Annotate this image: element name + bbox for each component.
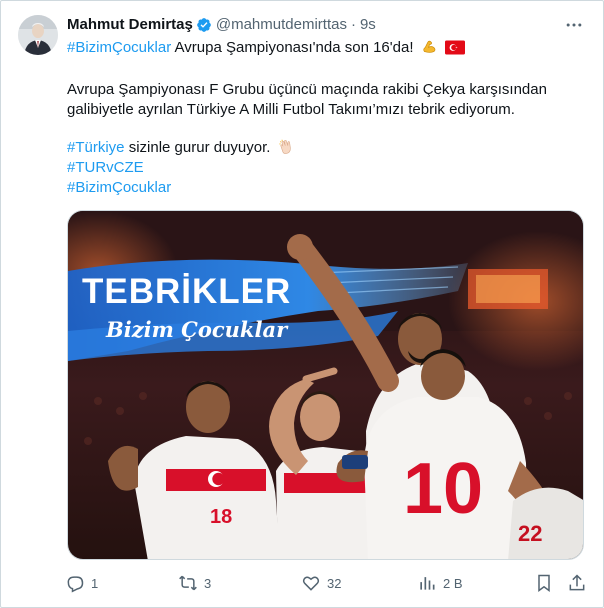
share-button[interactable] (567, 571, 587, 595)
post-line-1-text: Avrupa Şampiyonası'nda son 16'da! (171, 39, 414, 56)
media-headline: TEBRİKLER (82, 272, 291, 311)
bookmark-button[interactable] (534, 571, 554, 595)
hashtag-bizimcocuklar[interactable]: #BizimÇocuklar (67, 178, 171, 198)
bookmark-icon (538, 574, 550, 592)
repost-icon (179, 575, 197, 591)
player-far-right: 22 (508, 487, 583, 559)
jersey-number-right: 22 (518, 521, 542, 546)
media-subline: Bizim Çocuklar (105, 317, 289, 342)
post-timestamp[interactable]: 9s (360, 15, 376, 35)
celebration-photo: TEBRİKLER Bizim Çocuklar 18 10 22 (68, 211, 583, 559)
post-actions-bar: 1 3 32 2 B (65, 571, 589, 595)
post-header: Mahmut Demirtaş @mahmutdemirttas · 9s (67, 15, 376, 35)
heart-icon (302, 576, 320, 591)
like-button[interactable]: 32 (301, 571, 341, 595)
turkey-flag-icon (444, 40, 465, 61)
reply-count: 1 (91, 575, 99, 591)
reply-icon (67, 576, 84, 593)
post-line-1: #BizimÇocuklar Avrupa Şampiyonası'nda so… (67, 38, 465, 61)
verified-badge-icon[interactable] (196, 17, 212, 33)
reply-button[interactable]: 1 (65, 571, 98, 595)
views-button[interactable]: 2 B (417, 571, 463, 595)
tweet-card[interactable]: Mahmut Demirtaş @mahmutdemirttas · 9s #B… (0, 0, 604, 608)
more-options-icon[interactable] (563, 15, 585, 35)
views-count: 2 B (443, 575, 463, 591)
flexed-biceps-icon (421, 38, 438, 61)
post-paragraph-2-text: sizinle gurur duyuyor. (124, 139, 271, 156)
post-paragraph-1-line-1: Avrupa Şampiyonası F Grubu üçüncü maçınd… (67, 81, 547, 98)
jersey-number-left: 18 (210, 506, 232, 528)
post-paragraph-1-line-2: galibiyetle ayrılan Türkiye A Milli Futb… (67, 101, 515, 118)
hashtag-turkiye[interactable]: #Türkiye (67, 139, 125, 156)
avatar-image (18, 15, 58, 55)
separator-dot: · (350, 16, 356, 33)
post-media-image[interactable]: TEBRİKLER Bizim Çocuklar 18 10 22 (67, 210, 584, 560)
jersey-number-main: 10 (403, 449, 483, 529)
views-chart-icon (420, 577, 435, 590)
author-handle[interactable]: @mahmutdemirttas (216, 15, 347, 35)
hashtag-bizimcocuklar-inline[interactable]: #BizimÇocuklar (67, 39, 171, 56)
share-icon (569, 574, 585, 591)
author-name[interactable]: Mahmut Demirtaş (67, 15, 193, 35)
repost-button[interactable]: 3 (178, 571, 211, 595)
avatar[interactable] (18, 15, 58, 55)
repost-count: 3 (204, 575, 212, 591)
clapping-hands-icon (278, 138, 296, 161)
hashtag-turvcze[interactable]: #TURvCZE (67, 158, 144, 178)
like-count: 32 (327, 575, 342, 591)
